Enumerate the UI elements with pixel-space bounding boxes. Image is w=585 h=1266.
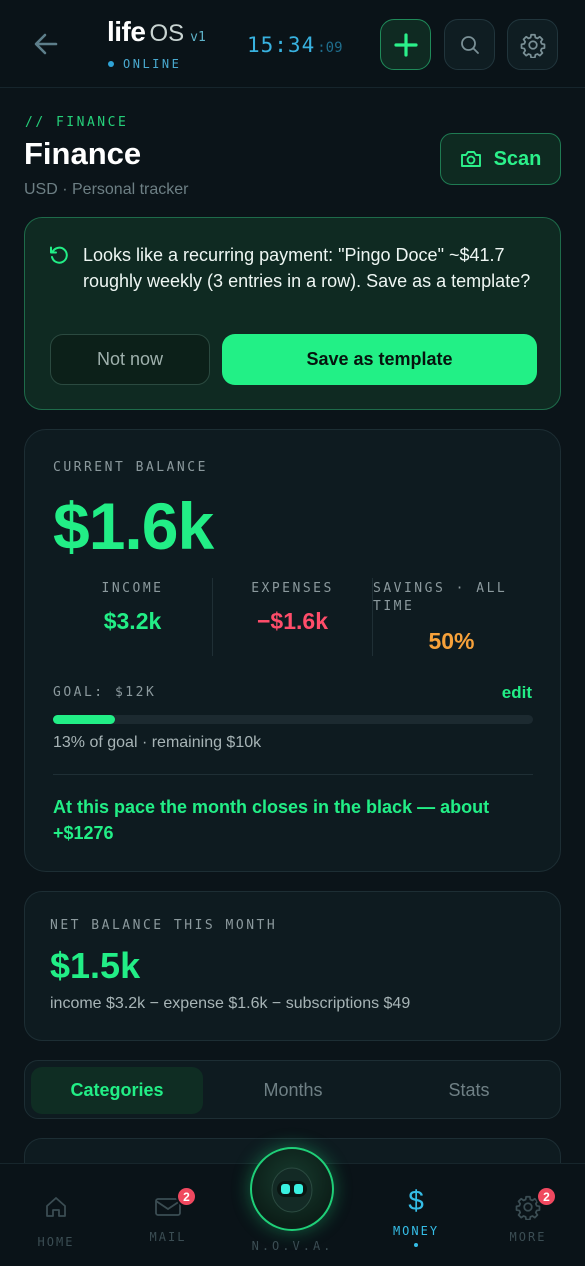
divider	[53, 774, 533, 775]
recurring-icon	[50, 246, 68, 264]
goal-progress-fill	[53, 715, 116, 724]
active-indicator	[414, 1243, 418, 1247]
nav-more-label: MORE	[509, 1230, 547, 1244]
tab-months[interactable]: Months	[207, 1067, 379, 1114]
goal-edit-link[interactable]: edit	[502, 683, 532, 703]
settings-button[interactable]	[507, 19, 558, 70]
net-balance-value: $1.5k	[50, 945, 141, 986]
nav-nova[interactable]: N.O.V.A.	[250, 1147, 335, 1253]
recurring-payment-suggestion: Looks like a recurring payment: "Pingo D…	[24, 217, 561, 410]
not-now-button[interactable]: Not now	[50, 334, 210, 385]
clock-time: 15:34	[247, 33, 316, 57]
search-icon	[460, 35, 479, 54]
clock-seconds: :09	[317, 40, 343, 56]
scan-button[interactable]: Scan	[440, 133, 561, 185]
balance-card: CURRENT BALANCE $1.6k INCOME $3.2k EXPEN…	[24, 429, 561, 872]
nav-home-label: HOME	[37, 1235, 75, 1249]
mail-badge: 2	[176, 1186, 197, 1207]
net-balance-detail: income $3.2k − expense $1.6k − subscript…	[50, 995, 411, 1012]
dollar-icon: $	[408, 1185, 424, 1216]
goal-progress-bar	[53, 715, 533, 724]
savings-value: 50%	[428, 628, 475, 654]
status-dot-icon	[108, 61, 114, 67]
status-text: ONLINE	[123, 57, 182, 71]
goal-label: GOAL: $12K	[53, 685, 157, 700]
nav-nova-label: N.O.V.A.	[251, 1239, 334, 1253]
add-button[interactable]	[380, 19, 431, 70]
robot-face-icon	[271, 1167, 313, 1213]
top-app-bar: life OS v1 ONLINE 15:34 :09	[0, 0, 585, 88]
camera-icon	[460, 151, 481, 167]
expenses-value: −$1.6k	[257, 608, 328, 634]
more-badge: 2	[536, 1186, 557, 1207]
net-balance-label: NET BALANCE THIS MONTH	[50, 918, 278, 933]
income-label: INCOME	[101, 581, 164, 596]
bottom-navigation: HOME 2 MAIL N.O.V.A. $ MONEY 2 MORE	[0, 1147, 585, 1266]
net-balance-card: NET BALANCE THIS MONTH $1.5k income $3.2…	[24, 891, 561, 1041]
page-subtitle: USD · Personal tracker	[24, 181, 189, 198]
expenses-stat: EXPENSES −$1.6k	[215, 580, 370, 635]
nav-money-label: MONEY	[392, 1224, 440, 1238]
current-balance-label: CURRENT BALANCE	[53, 460, 208, 475]
clock: 15:34 :09	[247, 33, 343, 57]
goal-note: 13% of goal · remaining $10k	[53, 734, 262, 751]
expenses-label: EXPENSES	[251, 581, 334, 596]
brand-name: life	[107, 16, 146, 47]
gear-icon	[520, 33, 545, 58]
income-stat: INCOME $3.2k	[55, 580, 210, 635]
nav-more[interactable]: 2 MORE	[488, 1186, 568, 1244]
scan-label: Scan	[493, 147, 542, 170]
nav-money[interactable]: $ MONEY	[376, 1187, 456, 1247]
nav-mail[interactable]: 2 MAIL	[128, 1186, 208, 1244]
brand-os: OS	[149, 20, 185, 47]
connection-status: ONLINE	[108, 57, 181, 71]
tab-stats[interactable]: Stats	[383, 1067, 555, 1114]
save-as-template-button[interactable]: Save as template	[222, 334, 537, 385]
savings-stat: SAVINGS · ALL TIME 50%	[373, 580, 533, 655]
arrow-left-icon	[34, 33, 58, 55]
stat-divider	[212, 578, 213, 656]
plus-icon	[393, 32, 418, 57]
nav-home[interactable]: HOME	[16, 1194, 96, 1249]
current-balance-value: $1.6k	[53, 489, 214, 563]
savings-label: SAVINGS · ALL TIME	[373, 581, 508, 614]
brand-version: v1	[190, 30, 206, 45]
nav-mail-label: MAIL	[149, 1230, 187, 1244]
recurring-message: Looks like a recurring payment: "Pingo D…	[83, 245, 531, 291]
income-value: $3.2k	[103, 608, 162, 634]
search-button[interactable]	[444, 19, 495, 70]
pace-forecast: At this pace the month closes in the bla…	[53, 797, 490, 843]
home-icon	[46, 1197, 66, 1217]
nova-assistant-orb	[250, 1147, 334, 1231]
back-button[interactable]	[28, 26, 64, 62]
finance-tabs: Categories Months Stats	[24, 1060, 561, 1119]
tab-categories[interactable]: Categories	[31, 1067, 203, 1114]
page-title: Finance	[24, 136, 142, 171]
app-brand: life OS v1	[107, 16, 206, 48]
section-tag: // FINANCE	[25, 115, 129, 130]
